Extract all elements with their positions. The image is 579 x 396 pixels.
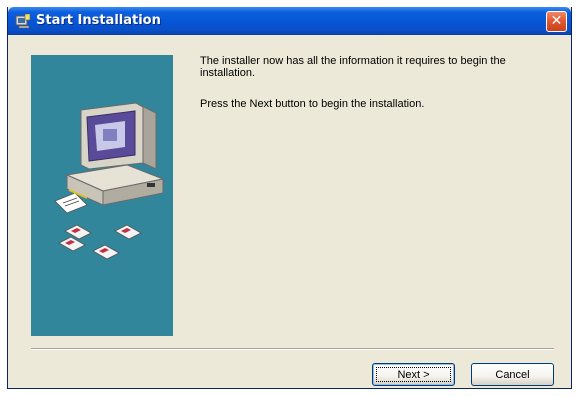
instruction-message: Press the Next button to begin the insta… bbox=[200, 98, 425, 110]
focus-rectangle bbox=[376, 367, 451, 382]
side-illustration-panel bbox=[31, 55, 173, 336]
title-bar[interactable]: Start Installation ✕ bbox=[8, 7, 571, 35]
close-icon: ✕ bbox=[550, 13, 563, 29]
next-button[interactable]: Next > bbox=[372, 363, 455, 386]
cancel-button[interactable]: Cancel bbox=[471, 363, 554, 386]
installer-window: Start Installation ✕ The installer now h… bbox=[7, 7, 572, 389]
computer-with-disks-illustration bbox=[54, 102, 165, 260]
close-button[interactable]: ✕ bbox=[546, 11, 567, 32]
info-message: The installer now has all the informatio… bbox=[200, 55, 506, 79]
installer-icon bbox=[15, 13, 31, 29]
cancel-button-label: Cancel bbox=[495, 368, 530, 381]
divider bbox=[31, 348, 554, 350]
window-title: Start Installation bbox=[36, 13, 161, 28]
